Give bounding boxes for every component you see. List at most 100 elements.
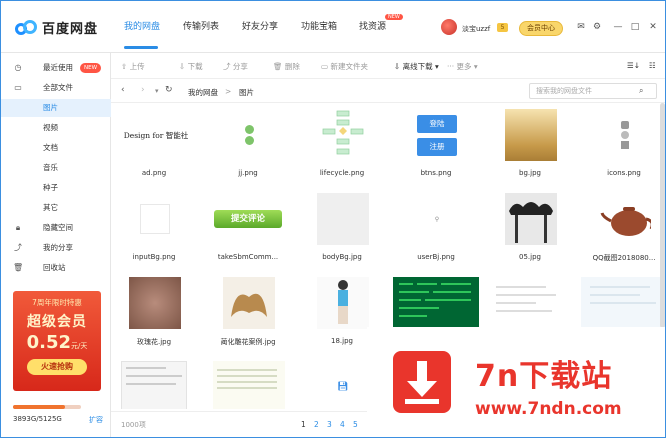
file-thumbnail [599, 109, 651, 161]
share-icon: ⤴ [14, 243, 22, 252]
file-name: bg.jpg [519, 169, 541, 177]
file-item[interactable]: jj.png [205, 103, 291, 185]
file-thumbnail [213, 361, 285, 409]
sidebar-item-documents[interactable]: 文档 [1, 139, 111, 157]
back-icon[interactable]: ‹ [121, 85, 125, 95]
forward-icon[interactable]: › [141, 85, 145, 95]
file-name: inputBg.png [132, 253, 176, 261]
quota-bar [13, 405, 81, 409]
offline-download-button[interactable]: ⇩ 离线下载 ▾ [394, 61, 439, 72]
promo-buy-button[interactable]: 火速抢购 [27, 359, 87, 375]
lock-icon: 🔒︎ [15, 223, 21, 232]
trash-icon: 🗑︎ [13, 263, 24, 272]
scrollbar[interactable] [660, 103, 665, 328]
file-name: bodyBg.jpg [322, 253, 362, 261]
close-icon[interactable]: ✕ [648, 22, 658, 32]
page-4[interactable]: 4 [340, 420, 345, 429]
mail-icon[interactable]: ✉ [576, 22, 586, 32]
sidebar-item-music[interactable]: 音乐 [1, 159, 111, 177]
sidebar-item-other[interactable]: 其它 [1, 199, 111, 217]
chevron-down-icon[interactable]: ▾ [155, 87, 159, 95]
sidebar-item-images[interactable]: 图片 [1, 99, 111, 117]
download-button[interactable]: ⇩ 下载 [179, 61, 203, 72]
breadcrumb-separator: > [225, 87, 232, 96]
minimize-icon[interactable]: — [613, 22, 623, 32]
watermark-title: 7n下载站 [475, 359, 613, 394]
file-item[interactable]: inputBg.png [111, 187, 197, 269]
avatar[interactable] [441, 19, 457, 35]
file-item[interactable]: ⚲ userBj.png [393, 187, 479, 269]
file-item[interactable] [205, 355, 291, 409]
file-name: icons.png [607, 169, 641, 177]
tab-transfer[interactable]: 传输列表 [183, 19, 219, 32]
promo-banner[interactable]: 7周年限时特惠 超级会员 0.52元/天 火速抢购 [13, 291, 101, 391]
file-thumbnail: 💾︎ [317, 361, 369, 409]
maximize-icon[interactable]: □ [630, 22, 640, 32]
expand-storage-link[interactable]: 扩容 [89, 415, 103, 425]
file-thumbnail [129, 277, 181, 329]
sidebar-item-label: 种子 [43, 183, 58, 192]
sidebar-item-my-share[interactable]: ⤴ 我的分享 [1, 239, 111, 257]
active-tab-indicator [124, 46, 158, 49]
search-icon[interactable]: ⌕ [639, 86, 643, 96]
file-name: lifecycle.png [319, 169, 365, 177]
download-arrow-icon [393, 351, 451, 413]
top-bar: 百度网盘 我的网盘 传输列表 好友分享 功能宝箱 找资源 NEW 淡宝uzzf … [1, 1, 665, 53]
tab-find-resources[interactable]: 找资源 [359, 19, 386, 32]
sidebar-item-hidden-space[interactable]: 🔒︎ 隐藏空间 [1, 219, 111, 237]
username[interactable]: 淡宝uzzf [462, 24, 490, 34]
page-3[interactable]: 3 [327, 420, 332, 429]
sidebar-item-recent[interactable]: ◷ 最近使用 NEW [1, 59, 111, 77]
item-count: 1000项 [121, 421, 146, 429]
file-item[interactable]: bodyBg.jpg [299, 187, 385, 269]
refresh-icon[interactable]: ↻ [165, 85, 173, 95]
file-item[interactable]: 玫瑰花.jpg [111, 271, 197, 353]
share-button[interactable]: ⤴ 分享 [223, 61, 248, 72]
sidebar-item-videos[interactable]: 视频 [1, 119, 111, 137]
file-item[interactable]: 05.jpg [487, 187, 573, 269]
file-name: userBj.png [417, 253, 455, 261]
search-input[interactable]: 搜索我的网盘文件 [529, 83, 657, 99]
file-name: ad.png [141, 169, 167, 177]
sidebar-item-recycle-bin[interactable]: 🗑︎ 回收站 [1, 259, 111, 277]
new-folder-button[interactable]: ▭ 新建文件夹 [321, 61, 368, 72]
cloud-logo-icon [15, 19, 37, 36]
gear-icon[interactable]: ⚙ [592, 22, 602, 32]
file-thumbnail: 登陆 注册 [411, 109, 463, 161]
page-5[interactable]: 5 [353, 420, 358, 429]
sidebar-item-label: 回收站 [43, 263, 66, 272]
file-thumbnail [317, 193, 369, 245]
quota-fill [13, 405, 65, 409]
promo-price: 0.52元/天 [26, 332, 88, 353]
member-center-button[interactable]: 会员中心 [519, 21, 563, 36]
file-item[interactable]: 蔺化雕花案例.jpg [205, 271, 291, 353]
breadcrumb-root[interactable]: 我的网盘 [188, 87, 218, 98]
file-name: QQ截图2018080... [592, 254, 656, 262]
file-item[interactable]: QQ截图2018080... [581, 187, 665, 269]
file-item[interactable]: 登陆 注册 btns.png [393, 103, 479, 185]
delete-button[interactable]: 🗑︎ 删除 [273, 61, 300, 72]
file-item[interactable]: bg.jpg [487, 103, 573, 185]
tab-toolbox[interactable]: 功能宝箱 [301, 19, 337, 32]
upload-button[interactable]: ⇧ 上传 [121, 61, 145, 72]
page-1[interactable]: 1 [301, 420, 306, 429]
folder-icon: ▭ [14, 83, 22, 92]
file-item[interactable]: lifecycle.png [299, 103, 385, 185]
view-toggle-icon[interactable]: ☷ [649, 61, 656, 70]
file-thumbnail [223, 277, 275, 329]
more-button[interactable]: ··· 更多 ▾ [447, 61, 478, 72]
logo[interactable]: 百度网盘 [15, 18, 98, 37]
file-item[interactable]: Design for 智能社 ad.png [111, 103, 197, 185]
tab-friend-share[interactable]: 好友分享 [242, 19, 278, 32]
file-item[interactable]: 提交评论 takeSbmComm... [205, 187, 291, 269]
file-item[interactable] [111, 355, 197, 409]
file-item[interactable]: icons.png [581, 103, 665, 185]
page-2[interactable]: 2 [314, 420, 319, 429]
quota-text: 3893G/5125G [13, 415, 62, 423]
sidebar-item-all-files[interactable]: ▭ 全部文件 [1, 79, 111, 97]
sidebar-item-label: 视频 [43, 123, 58, 132]
address-bar: ‹ › ▾ ↻ 我的网盘 > 图片 搜索我的网盘文件 ⌕ [111, 79, 665, 103]
sort-icon[interactable]: ☰↓ [627, 61, 640, 70]
sidebar-item-torrents[interactable]: 种子 [1, 179, 111, 197]
tab-my-disk[interactable]: 我的网盘 [124, 19, 160, 32]
